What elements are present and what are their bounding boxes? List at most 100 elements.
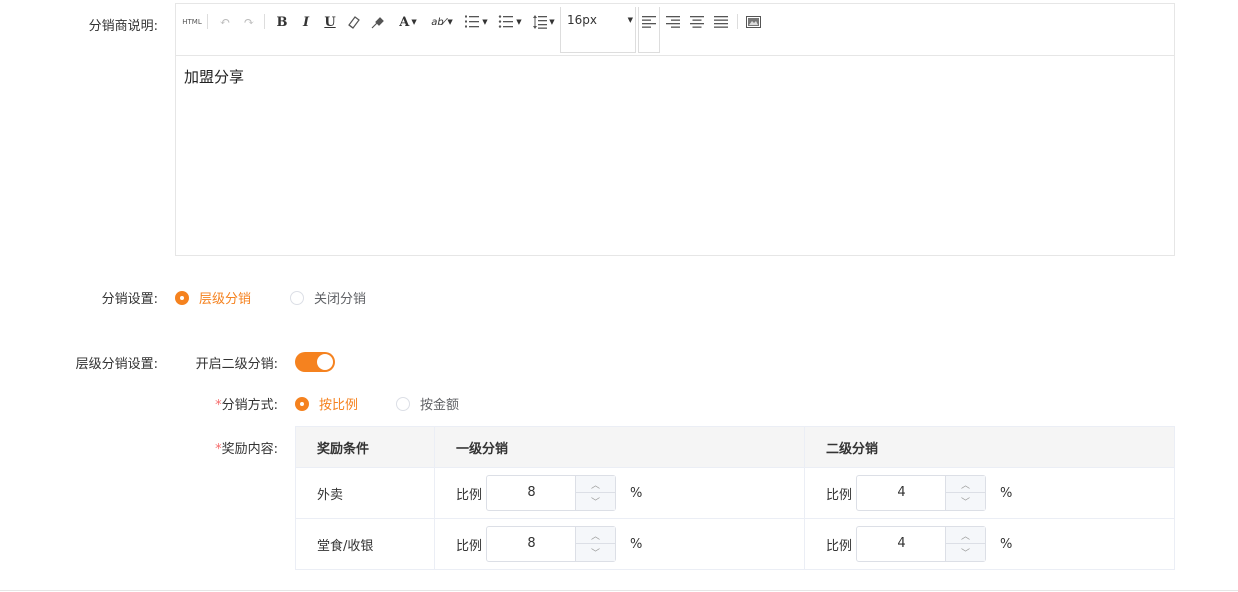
ratio-prefix: 比例	[826, 487, 853, 503]
highlight-button[interactable]: ab⁄ ▼	[428, 12, 456, 32]
radio-checked-icon	[295, 396, 309, 411]
chevron-up-icon[interactable]: ︿	[946, 476, 986, 493]
percent-unit: %	[1000, 485, 1013, 501]
toolbar-separator	[207, 14, 208, 29]
level1-number-input[interactable]: 8 ︿ ﹀	[486, 475, 617, 511]
radio-by-ratio[interactable]: 按比例	[295, 394, 358, 413]
switch-knob	[317, 354, 333, 370]
number-value[interactable]: 4	[857, 527, 946, 561]
rich-text-editor: HTML ↶ ↷ B I U A ▼ ab⁄ ▼ ▼ ▼ ▼ 16px ▼ 加盟…	[175, 3, 1175, 256]
distribution-setting-label: 分销设置:	[101, 292, 158, 307]
editor-content[interactable]: 加盟分享	[176, 56, 1174, 97]
ratio-prefix: 比例	[456, 487, 483, 503]
editor-toolbar: HTML ↶ ↷ B I U A ▼ ab⁄ ▼ ▼ ▼ ▼ 16px ▼	[176, 4, 1174, 56]
table-row: 外卖 比例 8 ︿ ﹀ % 比例 4 ︿ ﹀ %	[295, 467, 1175, 519]
ratio-prefix: 比例	[456, 538, 483, 554]
chevron-down-icon[interactable]: ﹀	[946, 544, 985, 561]
font-size-select[interactable]: 16px ▼	[560, 7, 636, 53]
unordered-list-button[interactable]: ▼	[496, 12, 524, 32]
reward-label: *奖励内容:	[170, 438, 278, 457]
chevron-down-icon: ▼	[447, 18, 453, 26]
html-source-button[interactable]: HTML	[181, 12, 203, 32]
level1-number-input[interactable]: 8 ︿ ﹀	[486, 526, 617, 562]
radio-level-distribution[interactable]: 层级分销	[175, 288, 251, 307]
chevron-up-icon[interactable]: ︿	[576, 527, 616, 544]
align-right-icon[interactable]	[664, 12, 682, 32]
chevron-down-icon: ▼	[627, 16, 633, 24]
level2-cell: 比例 4 ︿ ﹀ %	[804, 467, 1175, 519]
line-height-button[interactable]: ▼	[530, 12, 558, 32]
toolbar-separator	[737, 14, 738, 29]
stepper: ︿ ﹀	[945, 476, 986, 510]
chevron-down-icon[interactable]: ﹀	[576, 493, 615, 510]
chevron-up-icon[interactable]: ︿	[576, 476, 616, 493]
page: 分销商说明: HTML ↶ ↷ B I U A ▼ ab⁄ ▼ ▼ ▼ ▼ 16…	[0, 0, 1238, 592]
level1-cell: 比例 8 ︿ ﹀ %	[434, 467, 805, 519]
radio-by-amount[interactable]: 按金额	[396, 394, 459, 413]
radio-unchecked-icon	[290, 290, 304, 305]
level2-cell: 比例 4 ︿ ﹀ %	[804, 518, 1175, 570]
font-color-button[interactable]: A ▼	[395, 12, 421, 32]
percent-unit: %	[630, 485, 643, 501]
number-value[interactable]: 4	[857, 476, 946, 510]
header-condition: 奖励条件	[295, 426, 435, 468]
condition-cell: 堂食/收银	[295, 518, 435, 570]
line-height-icon	[533, 15, 548, 29]
stepper: ︿ ﹀	[575, 527, 616, 561]
align-justify-icon[interactable]	[712, 12, 730, 32]
stepper: ︿ ﹀	[945, 527, 986, 561]
radio-unchecked-icon	[396, 396, 410, 411]
number-value[interactable]: 8	[487, 527, 576, 561]
ordered-list-icon	[465, 15, 480, 28]
ordered-list-button[interactable]: ▼	[462, 12, 490, 32]
ratio-prefix: 比例	[826, 538, 853, 554]
number-value[interactable]: 8	[487, 476, 576, 510]
header-level1: 一级分销	[434, 426, 805, 468]
reward-table: 奖励条件 一级分销 二级分销 外卖 比例 8 ︿ ﹀ % 比例 4 ︿ ﹀ % …	[295, 426, 1175, 570]
chevron-down-icon: ▼	[411, 18, 417, 26]
chevron-down-icon[interactable]: ﹀	[946, 493, 985, 510]
align-left-icon[interactable]	[640, 12, 658, 32]
level1-cell: 比例 8 ︿ ﹀ %	[434, 518, 805, 570]
toolbar-separator	[264, 14, 265, 29]
chevron-up-icon[interactable]: ︿	[946, 527, 986, 544]
condition-cell: 外卖	[295, 467, 435, 519]
chevron-down-icon: ▼	[549, 18, 555, 26]
level-setting-label: 层级分销设置:	[75, 357, 158, 372]
header-level2: 二级分销	[804, 426, 1175, 468]
radio-label: 按比例	[319, 398, 359, 413]
unordered-list-icon	[499, 15, 514, 28]
radio-checked-icon	[175, 290, 189, 305]
editor-label: 分销商说明:	[88, 19, 158, 34]
reward-label-text: 奖励内容:	[221, 442, 278, 457]
redo-icon[interactable]: ↷	[240, 12, 258, 32]
level2-number-input[interactable]: 4 ︿ ﹀	[856, 526, 987, 562]
underline-button[interactable]: U	[321, 12, 339, 32]
italic-button[interactable]: I	[297, 12, 315, 32]
chevron-down-icon: ▼	[482, 18, 488, 26]
stepper: ︿ ﹀	[575, 476, 616, 510]
second-level-switch[interactable]	[295, 352, 335, 372]
font-size-value: 16px	[567, 13, 597, 27]
undo-icon[interactable]: ↶	[216, 12, 234, 32]
table-header-row: 奖励条件 一级分销 二级分销	[295, 426, 1175, 468]
level2-number-input[interactable]: 4 ︿ ﹀	[856, 475, 987, 511]
table-row: 堂食/收银 比例 8 ︿ ﹀ % 比例 4 ︿ ﹀ %	[295, 518, 1175, 570]
radio-label: 层级分销	[199, 292, 252, 307]
chevron-down-icon: ▼	[516, 18, 522, 26]
font-color-icon: A	[399, 14, 410, 30]
percent-unit: %	[1000, 536, 1013, 552]
format-brush-icon[interactable]	[369, 12, 387, 32]
image-icon[interactable]	[744, 12, 762, 32]
highlight-icon: ab⁄	[431, 16, 446, 28]
bold-button[interactable]: B	[273, 12, 291, 32]
eraser-icon[interactable]	[345, 12, 363, 32]
radio-label: 关闭分销	[314, 292, 367, 307]
radio-close-distribution[interactable]: 关闭分销	[290, 288, 366, 307]
method-label: *分销方式:	[170, 394, 278, 413]
chevron-down-icon[interactable]: ﹀	[576, 544, 615, 561]
radio-label: 按金额	[420, 398, 460, 413]
percent-unit: %	[630, 536, 643, 552]
align-center-icon[interactable]	[688, 12, 706, 32]
divider	[0, 590, 1238, 591]
